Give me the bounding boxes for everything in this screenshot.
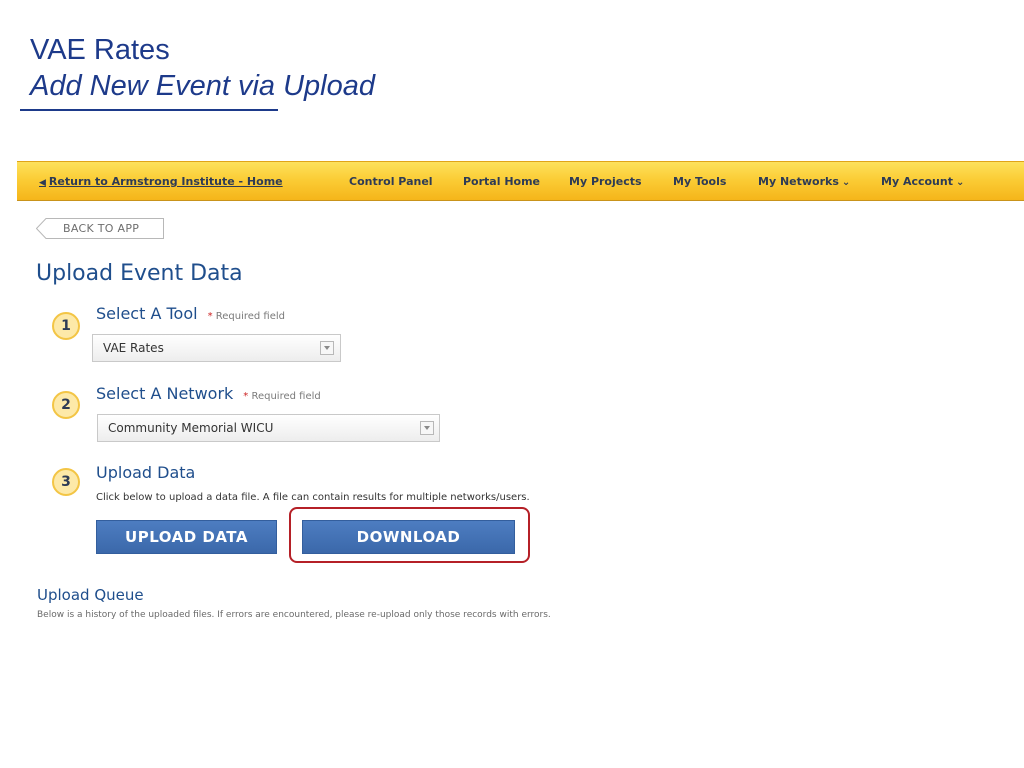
step-1-badge: 1 bbox=[52, 312, 80, 340]
highlight-callout bbox=[289, 507, 530, 563]
nav-my-tools[interactable]: My Tools bbox=[673, 175, 726, 188]
required-field-note: * Required field bbox=[243, 391, 321, 402]
nav-my-account-label: My Account bbox=[881, 175, 953, 188]
select-tool-label: Select A Tool bbox=[96, 304, 198, 323]
step-2-badge: 2 bbox=[52, 391, 80, 419]
dropdown-arrow-icon bbox=[420, 421, 434, 435]
tool-select-value: VAE Rates bbox=[103, 341, 164, 355]
tool-select[interactable]: VAE Rates bbox=[92, 334, 341, 362]
step-3-title: Upload Data bbox=[96, 463, 196, 482]
nav-return-label: Return to Armstrong Institute - Home bbox=[48, 175, 283, 188]
slide-title: VAE Rates bbox=[30, 34, 170, 66]
slide: VAE Rates Add New Event via Upload ◀ Retu… bbox=[0, 0, 1024, 768]
network-select[interactable]: Community Memorial WICU bbox=[97, 414, 440, 442]
step-2-title: Select A Network * Required field bbox=[96, 384, 321, 403]
nav-my-account[interactable]: My Account ⌄ bbox=[881, 175, 964, 188]
chevron-down-icon: ⌄ bbox=[955, 177, 965, 188]
select-network-label: Select A Network bbox=[96, 384, 234, 403]
upload-instructions: Click below to upload a data file. A fil… bbox=[96, 492, 530, 503]
upload-queue-description: Below is a history of the uploaded files… bbox=[37, 610, 551, 620]
upload-data-button[interactable]: UPLOAD DATA bbox=[96, 520, 277, 554]
back-to-app-label: BACK TO APP bbox=[63, 222, 140, 235]
step-1-title: Select A Tool * Required field bbox=[96, 304, 285, 323]
left-triangle-icon: ◀ bbox=[39, 178, 46, 188]
back-to-app-button[interactable]: BACK TO APP bbox=[36, 218, 164, 239]
upload-queue-title: Upload Queue bbox=[37, 586, 144, 604]
nav-control-panel[interactable]: Control Panel bbox=[349, 175, 433, 188]
page-title: Upload Event Data bbox=[36, 261, 243, 286]
dropdown-arrow-icon bbox=[320, 341, 334, 355]
chevron-down-icon: ⌄ bbox=[841, 177, 851, 188]
nav-my-projects[interactable]: My Projects bbox=[569, 175, 642, 188]
nav-portal-home[interactable]: Portal Home bbox=[463, 175, 540, 188]
slide-subtitle: Add New Event via Upload bbox=[30, 70, 375, 102]
nav-my-networks[interactable]: My Networks ⌄ bbox=[758, 175, 850, 188]
nav-return-home-link[interactable]: ◀ Return to Armstrong Institute - Home bbox=[39, 175, 283, 188]
top-navbar: ◀ Return to Armstrong Institute - Home Co… bbox=[17, 161, 1024, 201]
network-select-value: Community Memorial WICU bbox=[108, 421, 274, 435]
step-3-badge: 3 bbox=[52, 468, 80, 496]
title-underline bbox=[20, 109, 278, 111]
required-field-note: * Required field bbox=[207, 311, 286, 322]
nav-my-networks-label: My Networks bbox=[758, 175, 839, 188]
